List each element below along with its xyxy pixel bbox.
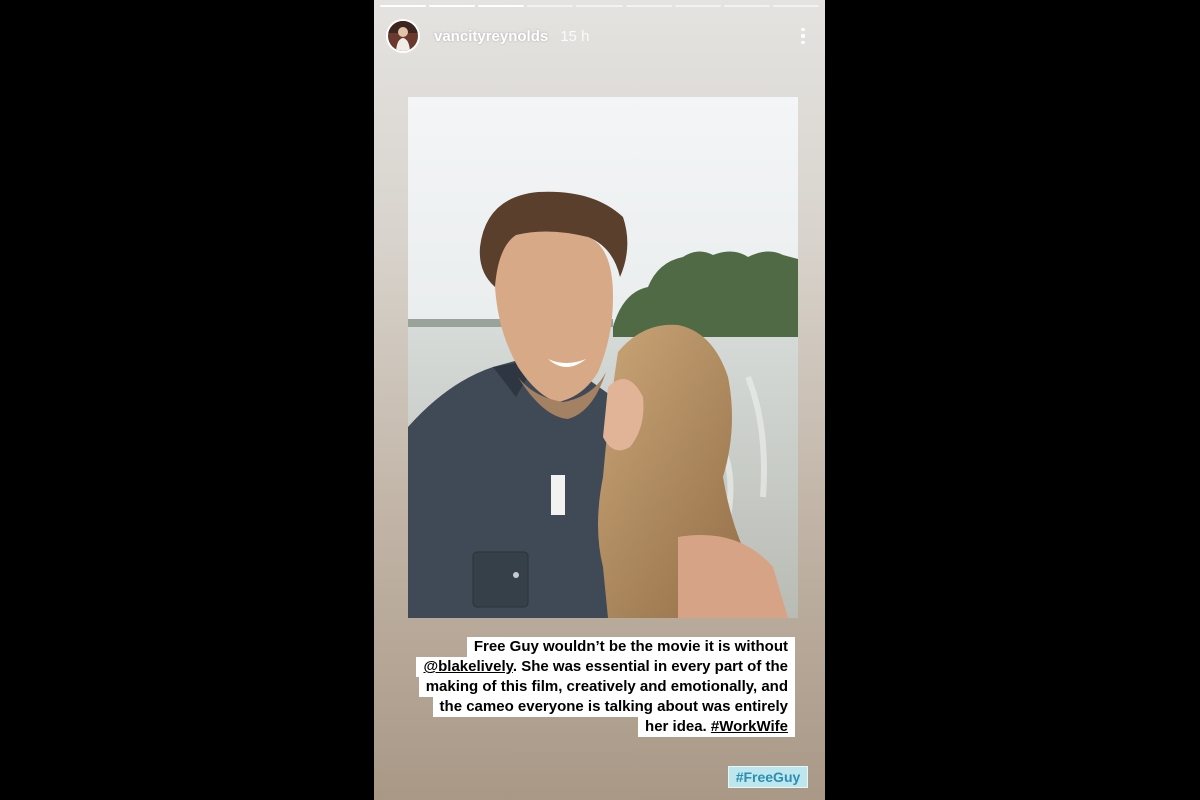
progress-segment (429, 5, 476, 7)
caption-line: her idea. #WorkWife (638, 717, 795, 737)
progress-segment (576, 5, 623, 7)
post-timestamp: 15 h (560, 27, 590, 45)
caption-text: her idea. (645, 718, 711, 735)
progress-segment (772, 5, 819, 7)
caption-line: Free Guy wouldn’t be the movie it is wit… (466, 637, 795, 657)
progress-segment (527, 5, 574, 7)
username-link[interactable]: vancityreynolds (434, 28, 548, 45)
hashtag-link[interactable]: #WorkWife (711, 718, 788, 735)
progress-segment (625, 5, 672, 7)
story-header: vancityreynolds 15 h (386, 18, 815, 54)
avatar-image (388, 21, 418, 51)
more-options-icon[interactable] (791, 21, 815, 51)
profile-avatar[interactable] (386, 19, 420, 53)
hashtag-sticker[interactable]: #FreeGuy (728, 766, 808, 788)
caption-line: @blakelively. She was essential in every… (416, 657, 795, 677)
story-caption: Free Guy wouldn’t be the movie it is wit… (375, 637, 795, 737)
caption-line: the cameo everyone is talking about was … (432, 697, 795, 717)
caption-text: . She was essential in every part of the (512, 658, 788, 675)
story-viewer[interactable]: vancityreynolds 15 h Free Guy wouldn’t b… (374, 0, 825, 800)
progress-segment (674, 5, 721, 7)
story-progress-bar (380, 5, 819, 7)
mention-link[interactable]: @blakelively (423, 658, 512, 675)
progress-segment (723, 5, 770, 7)
caption-line: making of this film, creatively and emot… (418, 677, 795, 697)
story-photo (408, 97, 798, 618)
progress-segment (380, 5, 427, 7)
progress-segment (478, 5, 525, 7)
